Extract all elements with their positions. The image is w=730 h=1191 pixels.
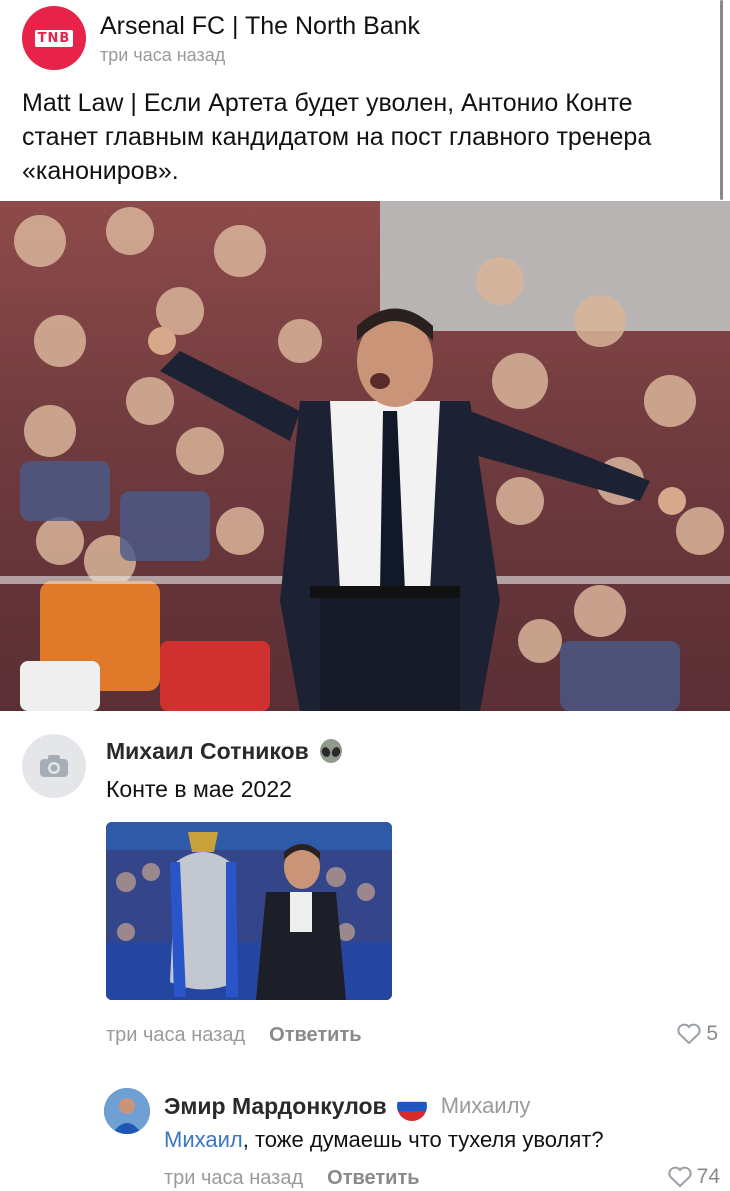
comment-author-row: Михаил Сотников: [106, 738, 345, 765]
comment-time: три часа назад: [106, 1024, 246, 1046]
post-photo-image: [0, 201, 730, 711]
post-header-text: Arsenal FC | The North Bank три часа наз…: [100, 11, 420, 66]
reply-button[interactable]: Ответить: [269, 1024, 361, 1047]
russia-flag-icon: [396, 1091, 427, 1121]
like-count: 5: [706, 1022, 718, 1045]
comment-author-name[interactable]: Михаил Сотников: [106, 738, 309, 765]
like-button[interactable]: 74: [667, 1165, 720, 1189]
heart-icon: [677, 1023, 701, 1045]
mention-link[interactable]: Михаил: [164, 1127, 243, 1152]
reply-to-name[interactable]: Михаилу: [441, 1093, 531, 1119]
like-count: 74: [696, 1165, 720, 1188]
comment-photo[interactable]: [106, 822, 392, 1000]
comment-author-avatar[interactable]: [22, 734, 86, 798]
heart-icon: [668, 1166, 692, 1188]
scrollbar[interactable]: [720, 0, 723, 200]
comment-text-body: , тоже думаешь что тухеля уволят?: [242, 1127, 604, 1152]
comment-meta: три часа назад Ответить: [106, 1024, 362, 1047]
channel-avatar-text: TNB: [34, 29, 74, 47]
channel-avatar[interactable]: TNB: [22, 6, 86, 70]
comment-author-row: Эмир Мардонкулов Михаилу: [164, 1091, 530, 1121]
channel-name[interactable]: Arsenal FC | The North Bank: [100, 11, 420, 41]
comment-text: Конте в мае 2022: [106, 776, 292, 802]
comment-meta: три часа назад Ответить: [164, 1167, 420, 1190]
post-photo[interactable]: [0, 201, 730, 711]
comment-photo-image: [106, 822, 392, 1000]
alien-icon: [319, 738, 342, 763]
comment-time: три часа назад: [164, 1167, 304, 1189]
comment-text: Михаил, тоже думаешь что тухеля уволят?: [164, 1127, 604, 1153]
post-header: TNB Arsenal FC | The North Bank три часа…: [22, 6, 420, 70]
comment-author-avatar[interactable]: [104, 1088, 150, 1134]
user-photo: [104, 1088, 150, 1134]
like-button[interactable]: 5: [676, 1022, 718, 1046]
comment-author-name[interactable]: Эмир Мардонкулов: [164, 1093, 387, 1120]
reply-button[interactable]: Ответить: [327, 1167, 419, 1190]
post-text: Matt Law | Если Артета будет уволен, Ант…: [22, 89, 652, 185]
post-time: три часа назад: [100, 44, 226, 65]
camera-icon: [40, 755, 68, 777]
